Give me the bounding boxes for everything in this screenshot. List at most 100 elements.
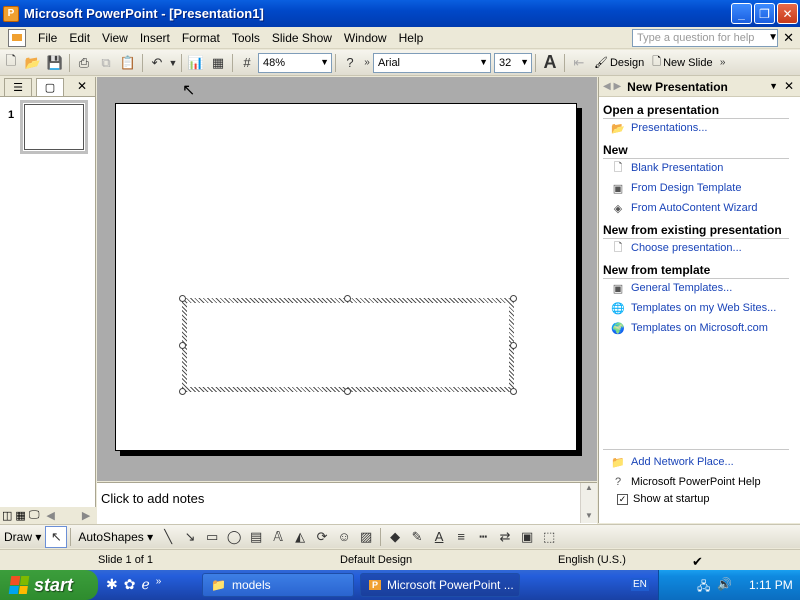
undo-icon[interactable]: ↶ <box>146 52 168 74</box>
wordart-icon[interactable]: 𝔸 <box>267 526 289 548</box>
dash-style-icon[interactable]: ┅ <box>472 526 494 548</box>
clock[interactable]: 1:11 PM <box>749 578 793 592</box>
paste-icon[interactable]: 📋 <box>117 52 139 74</box>
link-autocontent-wizard[interactable]: ◈ From AutoContent Wizard <box>611 201 758 215</box>
open-folder-icon[interactable]: 📂 <box>22 52 44 74</box>
quick-launch-icon[interactable]: ✱ <box>106 576 118 593</box>
menu-help[interactable]: Help <box>393 31 430 45</box>
grid-icon[interactable]: # <box>236 52 258 74</box>
tab-slides[interactable]: ▢ <box>36 78 64 96</box>
oval-icon[interactable]: ◯ <box>223 526 245 548</box>
notes-pane[interactable]: Click to add notes ▲ ▼ <box>97 482 597 524</box>
resize-handle[interactable] <box>510 342 517 349</box>
arrow-icon[interactable]: ↘ <box>179 526 201 548</box>
decrease-indent-icon[interactable]: ⇤ <box>568 52 590 74</box>
rectangle-icon[interactable]: ▭ <box>201 526 223 548</box>
restore-button[interactable]: ❐ <box>754 3 775 24</box>
font-size-select[interactable]: 32 ▼ <box>494 52 532 73</box>
toolbar-options-icon[interactable]: » <box>361 52 373 74</box>
diagram-icon[interactable]: ◭ <box>289 526 311 548</box>
arrow-style-icon[interactable]: ⇄ <box>494 526 516 548</box>
zoom-select[interactable]: 48% ▼ <box>258 52 332 73</box>
menu-file[interactable]: File <box>32 31 63 45</box>
menu-format[interactable]: Format <box>176 31 226 45</box>
scroll-left-icon[interactable]: ◀ <box>46 509 54 522</box>
language-indicator[interactable]: EN <box>631 578 649 591</box>
design-button[interactable]: 🖌 Design <box>590 56 648 70</box>
insert-table-icon[interactable]: ▦ <box>207 52 229 74</box>
resize-handle[interactable] <box>344 388 351 395</box>
line-icon[interactable]: ╲ <box>157 526 179 548</box>
back-forward-icon[interactable]: ◀ ▶ <box>603 81 621 92</box>
link-general-templates[interactable]: ▣ General Templates... <box>611 281 733 295</box>
increase-font-icon[interactable]: A <box>539 52 561 74</box>
resize-handle[interactable] <box>510 388 517 395</box>
link-presentations[interactable]: 📂 Presentations... <box>611 121 707 135</box>
3d-style-icon[interactable]: ⬚ <box>538 526 560 548</box>
picture-icon[interactable]: ▨ <box>355 526 377 548</box>
link-add-network-place[interactable]: 📁 Add Network Place... <box>611 455 734 469</box>
resize-handle[interactable] <box>179 388 186 395</box>
text-placeholder[interactable] <box>179 295 517 395</box>
link-powerpoint-help[interactable]: ? Microsoft PowerPoint Help <box>611 475 761 489</box>
slide-show-icon[interactable]: 🖵 <box>29 509 40 522</box>
menu-tools[interactable]: Tools <box>226 31 266 45</box>
select-arrow-icon[interactable]: ↖ <box>45 525 68 548</box>
menu-insert[interactable]: Insert <box>134 31 176 45</box>
close-document-button[interactable]: ✕ <box>783 30 794 46</box>
slide-sorter-icon[interactable]: ▦ <box>15 509 25 522</box>
copy-icon[interactable]: ⧉ <box>95 52 117 74</box>
scroll-down-icon[interactable]: ▼ <box>581 511 597 523</box>
link-design-template[interactable]: ▣ From Design Template <box>611 181 742 195</box>
link-choose-presentation[interactable]: 🗋 Choose presentation... <box>611 241 742 255</box>
document-icon[interactable] <box>8 28 26 47</box>
close-button[interactable]: ✕ <box>777 3 798 24</box>
undo-dropdown-icon[interactable]: ▼ <box>168 52 178 74</box>
help-icon[interactable]: ? <box>339 52 361 74</box>
insert-chart-icon[interactable]: 📊 <box>185 52 207 74</box>
resize-handle[interactable] <box>344 295 351 302</box>
notes-scrollbar[interactable]: ▲ ▼ <box>580 483 597 523</box>
toolbar-options-icon[interactable]: » <box>717 52 729 74</box>
minimize-button[interactable]: _ <box>731 3 752 24</box>
close-panel-button[interactable]: ✕ <box>77 79 87 93</box>
resize-handle[interactable] <box>510 295 517 302</box>
draw-menu-button[interactable]: Draw ▾ <box>0 530 45 544</box>
print-icon[interactable]: ⎙ <box>73 52 95 74</box>
cycle-diagram-icon[interactable]: ⟳ <box>311 526 333 548</box>
shadow-icon[interactable]: ▣ <box>516 526 538 548</box>
powerpoint-icon[interactable]: P <box>3 5 19 22</box>
menu-edit[interactable]: Edit <box>63 31 96 45</box>
slide-thumbnail[interactable] <box>20 100 88 154</box>
resize-handle[interactable] <box>179 342 186 349</box>
normal-view-icon[interactable]: ◫ <box>2 509 12 522</box>
textbox-icon[interactable]: ▤ <box>245 526 267 548</box>
link-web-templates[interactable]: 🌐 Templates on my Web Sites... <box>611 301 776 315</box>
link-microsoft-templates[interactable]: 🌍 Templates on Microsoft.com <box>611 321 768 335</box>
spelling-icon[interactable]: ✔ <box>692 554 703 570</box>
tab-outline[interactable]: ☰ <box>4 78 32 96</box>
network-icon[interactable]: 🖧 <box>697 577 710 598</box>
close-task-pane-button[interactable]: ✕ <box>784 79 794 93</box>
font-color-icon[interactable]: A <box>428 526 450 548</box>
new-slide-button[interactable]: 🗋 New Slide <box>648 53 716 72</box>
show-at-startup-checkbox[interactable]: ✓ Show at startup <box>617 493 709 505</box>
new-document-icon[interactable]: 🗋 <box>0 52 22 74</box>
help-search-input[interactable]: Type a question for help <box>632 29 778 47</box>
internet-explorer-icon[interactable]: ℯ <box>141 576 149 593</box>
quick-launch-icon[interactable]: ✿ <box>124 576 136 593</box>
task-powerpoint[interactable]: P Microsoft PowerPoint ... <box>360 573 520 597</box>
task-models[interactable]: 📁 models <box>202 573 354 597</box>
clipart-icon[interactable]: ☺ <box>333 526 355 548</box>
start-button[interactable]: start <box>0 570 98 600</box>
menu-view[interactable]: View <box>96 31 134 45</box>
chevron-down-icon[interactable]: ▼ <box>768 32 778 43</box>
resize-handle[interactable] <box>179 295 186 302</box>
save-icon[interactable]: 💾 <box>44 52 66 74</box>
quick-launch-chevron-icon[interactable]: » <box>156 576 162 593</box>
slide-canvas[interactable] <box>115 103 577 451</box>
fill-color-icon[interactable]: ◆ <box>384 526 406 548</box>
scroll-right-icon[interactable]: ▶ <box>82 509 90 522</box>
menu-slide-show[interactable]: Slide Show <box>266 31 338 45</box>
scroll-up-icon[interactable]: ▲ <box>581 483 597 495</box>
